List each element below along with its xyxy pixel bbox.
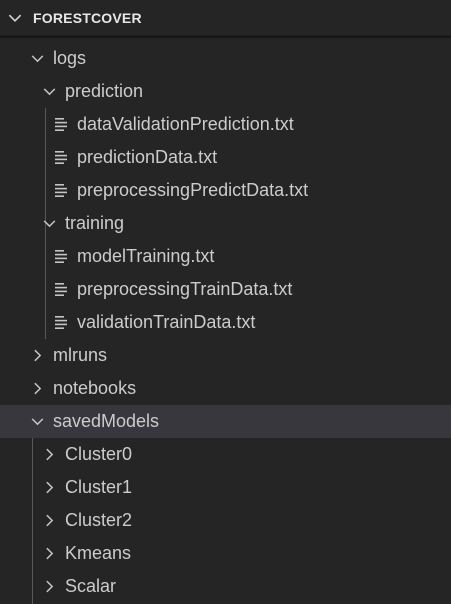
tree-item-label: notebooks xyxy=(53,378,137,398)
tree-folder-Scalar[interactable]: Scalar xyxy=(0,570,451,603)
chevron-right-icon[interactable] xyxy=(41,512,58,529)
tree-item-label: Cluster0 xyxy=(65,444,133,464)
tree-item-label: training xyxy=(65,213,125,233)
tree-folder-training[interactable]: training xyxy=(0,207,451,240)
chevron-right-icon[interactable] xyxy=(41,545,58,562)
chevron-right-icon[interactable] xyxy=(29,380,46,397)
chevron-down-icon[interactable] xyxy=(6,9,24,27)
tree-item-label: prediction xyxy=(65,81,144,101)
tree-folder-prediction[interactable]: prediction xyxy=(0,75,451,108)
tree-item-label: savedModels xyxy=(53,411,160,431)
tree-item-label: dataValidationPrediction.txt xyxy=(77,114,294,134)
tree-folder-notebooks[interactable]: notebooks xyxy=(0,372,451,405)
tree-file-modelTraining[interactable]: modelTraining.txt xyxy=(0,240,451,273)
text-file-icon xyxy=(55,250,67,263)
chevron-down-icon[interactable] xyxy=(41,83,58,100)
chevron-right-icon[interactable] xyxy=(29,347,46,364)
tree-item-label: Scalar xyxy=(65,576,117,596)
tree-file-preprocessingPredictData[interactable]: preprocessingPredictData.txt xyxy=(0,174,451,207)
tree-folder-Cluster0[interactable]: Cluster0 xyxy=(0,438,451,471)
tree-file-validationTrainData[interactable]: validationTrainData.txt xyxy=(0,306,451,339)
tree-folder-Cluster2[interactable]: Cluster2 xyxy=(0,504,451,537)
tree-folder-mlruns[interactable]: mlruns xyxy=(0,339,451,372)
chevron-right-icon[interactable] xyxy=(41,578,58,595)
tree-item-label: modelTraining.txt xyxy=(77,246,215,266)
tree-folder-logs[interactable]: logs xyxy=(0,42,451,75)
explorer-panel: FORESTCOVER logs prediction dataValidati… xyxy=(0,0,451,604)
chevron-right-icon[interactable] xyxy=(41,479,58,496)
tree-item-label: preprocessingPredictData.txt xyxy=(77,180,309,200)
tree-item-label: Kmeans xyxy=(65,543,132,563)
tree-file-preprocessingTrainData[interactable]: preprocessingTrainData.txt xyxy=(0,273,451,306)
text-file-icon xyxy=(55,316,67,329)
chevron-down-icon[interactable] xyxy=(41,215,58,232)
tree-item-label: Cluster2 xyxy=(65,510,133,530)
tree-folder-Cluster1[interactable]: Cluster1 xyxy=(0,471,451,504)
explorer-section-header[interactable]: FORESTCOVER xyxy=(0,0,451,36)
tree-file-dataValidationPrediction[interactable]: dataValidationPrediction.txt xyxy=(0,108,451,141)
chevron-right-icon[interactable] xyxy=(41,446,58,463)
chevron-down-icon[interactable] xyxy=(29,413,46,430)
tree-folder-Kmeans[interactable]: Kmeans xyxy=(0,537,451,570)
tree-folder-savedModels[interactable]: savedModels xyxy=(0,405,451,438)
tree-item-label: validationTrainData.txt xyxy=(77,312,256,332)
tree-item-label: predictionData.txt xyxy=(77,147,218,167)
text-file-icon xyxy=(55,151,67,164)
text-file-icon xyxy=(55,184,67,197)
text-file-icon xyxy=(55,118,67,131)
tree-item-label: Cluster1 xyxy=(65,477,133,497)
tree-item-label: preprocessingTrainData.txt xyxy=(77,279,293,299)
chevron-down-icon[interactable] xyxy=(29,50,46,67)
text-file-icon xyxy=(55,283,67,296)
tree-file-predictionData[interactable]: predictionData.txt xyxy=(0,141,451,174)
tree-item-label: logs xyxy=(53,48,87,68)
tree-item-label: mlruns xyxy=(53,345,108,365)
section-title: FORESTCOVER xyxy=(33,10,142,26)
scroll-shadow xyxy=(0,36,451,39)
